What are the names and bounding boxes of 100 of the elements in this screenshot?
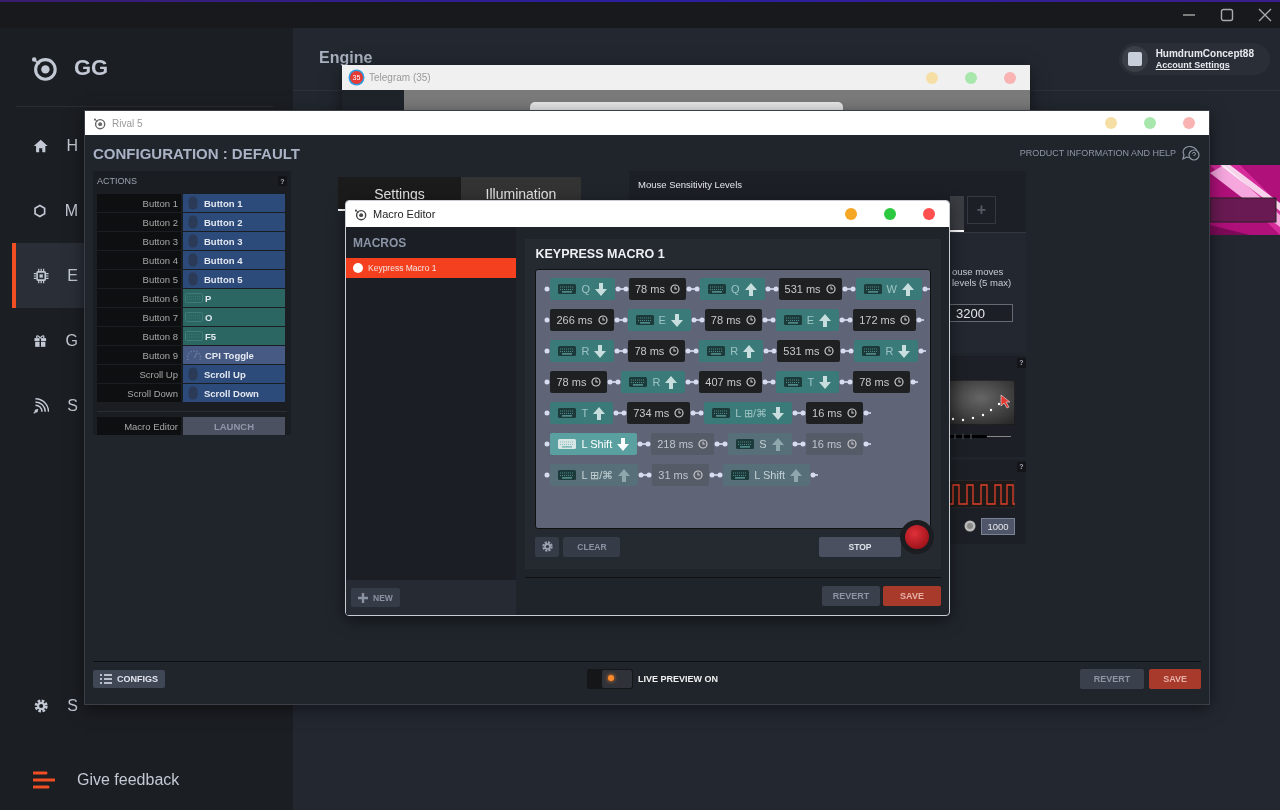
key-label: R xyxy=(885,345,894,357)
configuration-title: CONFIGURATION : DEFAULT xyxy=(93,144,300,162)
minimize-button[interactable] xyxy=(845,208,857,220)
step-connector xyxy=(839,379,854,385)
keyboard-icon xyxy=(731,470,750,480)
settings-button[interactable] xyxy=(535,536,560,557)
button-label: Button 2 xyxy=(97,213,181,231)
step-connector xyxy=(764,286,779,292)
stop-button[interactable]: STOP xyxy=(819,536,901,557)
delay-step[interactable]: 218 ms xyxy=(651,433,715,455)
close-icon[interactable] xyxy=(1258,8,1272,22)
account-settings-link[interactable]: Account Settings xyxy=(1155,60,1254,70)
step-connector xyxy=(544,317,551,323)
clock-icon xyxy=(746,377,757,387)
username: HumdrumConcept88 xyxy=(1155,48,1254,59)
delay-step[interactable]: 172 ms xyxy=(853,309,917,331)
action-selector[interactable]: CPI Toggle xyxy=(183,346,285,364)
step-connector xyxy=(685,348,700,354)
clock-icon xyxy=(669,284,680,294)
delay-step[interactable]: 78 ms xyxy=(628,340,686,362)
keyboard-icon xyxy=(558,470,577,480)
delay-step[interactable]: 78 ms xyxy=(629,278,686,300)
feedback-icon xyxy=(33,771,55,789)
product-help-link[interactable]: PRODUCT INFORMATION AND HELP xyxy=(1019,148,1176,158)
panel-title: ACTIONS xyxy=(97,176,137,186)
delay-step[interactable]: 266 ms xyxy=(550,309,614,331)
nav-item[interactable]: S xyxy=(12,373,84,438)
delay-label: 78 ms xyxy=(859,376,890,388)
clear-button[interactable]: CLEAR xyxy=(563,536,621,557)
close-button[interactable] xyxy=(923,208,935,220)
action-selector[interactable]: Button 2 xyxy=(183,213,285,231)
step-connector xyxy=(922,286,930,292)
delay-step[interactable]: 734 ms xyxy=(627,402,691,424)
delay-step[interactable]: 16 ms xyxy=(806,402,864,424)
action-selector[interactable]: Button 1 xyxy=(183,194,285,212)
key-step[interactable]: L ⊞/⌘ xyxy=(550,464,639,486)
account-chip[interactable]: HumdrumConcept88 Account Settings xyxy=(1118,43,1270,75)
action-selector[interactable]: P xyxy=(183,289,285,307)
delay-step[interactable]: 16 ms xyxy=(805,433,863,455)
nav-item[interactable]: M xyxy=(12,178,84,243)
action-selector[interactable]: Button 3 xyxy=(183,232,285,250)
step-connector xyxy=(841,286,856,292)
key-step[interactable]: S xyxy=(728,433,792,455)
keyboard-icon xyxy=(783,315,802,325)
mouse-icon xyxy=(188,234,198,248)
delay-step[interactable]: 531 ms xyxy=(777,340,841,362)
delay-label: 218 ms xyxy=(657,438,694,450)
delay-step[interactable]: 78 ms xyxy=(853,371,911,393)
slider-track[interactable] xyxy=(947,432,1011,439)
action-selector[interactable]: F5 xyxy=(183,327,285,345)
step-connector xyxy=(544,379,551,385)
live-preview-toggle[interactable] xyxy=(587,669,633,689)
record-button[interactable] xyxy=(900,520,934,554)
delay-step[interactable]: 78 ms xyxy=(550,371,608,393)
button-label: Button 5 xyxy=(97,270,181,288)
clock-icon xyxy=(669,346,680,356)
signal-icon xyxy=(33,395,50,416)
clock-icon xyxy=(745,315,756,325)
settings-nav-item[interactable]: S xyxy=(0,686,84,726)
key-label: R xyxy=(581,345,590,357)
clock-icon xyxy=(894,377,905,387)
polling-rate-field[interactable]: 1000 xyxy=(981,517,1015,535)
slider-knob[interactable] xyxy=(964,520,976,533)
key-step[interactable]: L Shift xyxy=(723,464,810,486)
configs-button[interactable]: CONFIGS xyxy=(93,670,165,688)
level-tab[interactable] xyxy=(950,196,964,232)
new-button[interactable]: NEW xyxy=(351,588,400,607)
action-selector[interactable]: O xyxy=(183,308,285,326)
delay-step[interactable]: 407 ms xyxy=(699,371,763,393)
feedback-nav-item[interactable]: Give feedback xyxy=(0,760,240,800)
action-selector[interactable]: Button 5 xyxy=(183,270,285,288)
clock-icon xyxy=(597,315,608,325)
nav-item[interactable]: E xyxy=(12,243,84,308)
button-label: Button 4 xyxy=(97,251,181,269)
delay-label: 266 ms xyxy=(556,314,593,326)
keyboard-icon xyxy=(635,315,654,325)
logo-icon xyxy=(30,54,58,82)
delay-step[interactable]: 78 ms xyxy=(704,309,762,331)
mouse-icon xyxy=(188,367,198,381)
delay-label: 16 ms xyxy=(811,438,842,450)
step-connector xyxy=(614,348,629,354)
settings-icon xyxy=(540,540,554,553)
maximize-icon[interactable] xyxy=(1220,8,1234,22)
delay-step[interactable]: 531 ms xyxy=(778,278,842,300)
mouse-icon xyxy=(188,272,198,286)
maximize-button[interactable] xyxy=(884,208,896,220)
cpi-field[interactable]: 3200 xyxy=(947,304,1013,322)
step-connector xyxy=(685,286,700,292)
window-title: Macro Editor xyxy=(373,208,436,220)
button-label: Scroll Up xyxy=(97,365,181,383)
action-selector[interactable]: Button 4 xyxy=(183,251,285,269)
mouse-icon xyxy=(188,215,198,229)
action-selector[interactable]: Scroll Down xyxy=(183,384,285,402)
action-selector[interactable]: Scroll Up xyxy=(183,365,285,383)
nav-item[interactable]: G xyxy=(12,308,84,373)
nav-item[interactable]: H xyxy=(12,113,84,178)
step-connector xyxy=(862,441,871,447)
delay-label: 78 ms xyxy=(634,345,665,357)
clock-icon xyxy=(825,284,836,294)
delay-step[interactable]: 31 ms xyxy=(652,464,710,486)
